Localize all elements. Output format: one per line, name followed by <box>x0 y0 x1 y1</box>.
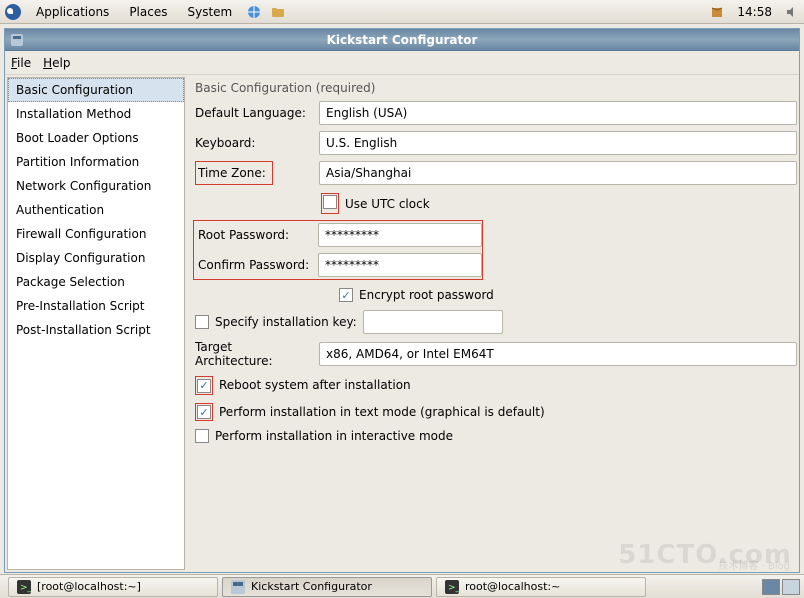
form-area: Basic Configuration (required) Default L… <box>189 77 797 570</box>
label-reboot: Reboot system after installation <box>219 378 411 392</box>
keyboard-combo[interactable] <box>319 131 797 155</box>
reboot-checkbox[interactable] <box>197 379 211 393</box>
label-interactive: Perform installation in interactive mode <box>215 429 453 443</box>
root-password-field[interactable] <box>318 223 482 247</box>
label-text-mode: Perform installation in text mode (graph… <box>219 405 545 419</box>
section-title: Basic Configuration (required) <box>191 79 797 101</box>
label-confirm-password: Confirm Password: <box>194 258 312 272</box>
menu-help[interactable]: Help <box>43 56 70 70</box>
sidebar-item-firewall-configuration[interactable]: Firewall Configuration <box>8 222 184 246</box>
sidebar-item-basic-configuration[interactable]: Basic Configuration <box>8 78 184 102</box>
sidebar-item-post-installation-script[interactable]: Post-Installation Script <box>8 318 184 342</box>
label-use-utc: Use UTC clock <box>345 197 430 211</box>
highlight-text-mode <box>195 403 213 422</box>
installation-key-field[interactable] <box>363 310 503 334</box>
interactive-checkbox[interactable] <box>195 429 209 443</box>
sidebar-item-display-configuration[interactable]: Display Configuration <box>8 246 184 270</box>
label-root-password: Root Password: <box>194 228 312 242</box>
terminal-icon: >_ <box>17 580 31 594</box>
taskbar-label-1: [root@localhost:~] <box>37 580 141 593</box>
default-language-combo[interactable] <box>319 101 797 125</box>
encrypt-password-checkbox[interactable] <box>339 288 353 302</box>
target-architecture-combo[interactable] <box>319 342 797 366</box>
label-default-language: Default Language: <box>191 106 313 120</box>
menu-system[interactable]: System <box>181 3 238 21</box>
workspace-1[interactable] <box>762 579 780 595</box>
app-icon <box>9 32 25 48</box>
specify-key-checkbox[interactable] <box>195 315 209 329</box>
volume-icon[interactable] <box>784 4 800 20</box>
text-mode-checkbox[interactable] <box>197 405 211 419</box>
taskbar-item-terminal-2[interactable]: >_ root@localhost:~ <box>436 577 646 597</box>
top-panel: Applications Places System 14:58 <box>0 0 804 24</box>
sidebar-item-installation-method[interactable]: Installation Method <box>8 102 184 126</box>
taskbar-label-2: Kickstart Configurator <box>251 580 372 593</box>
label-time-zone: Time Zone: <box>191 161 313 185</box>
titlebar[interactable]: Kickstart Configurator <box>5 29 799 51</box>
folder-icon[interactable] <box>270 4 286 20</box>
taskbar-item-kickstart[interactable]: Kickstart Configurator <box>222 577 432 597</box>
clock[interactable]: 14:58 <box>733 5 776 19</box>
sidebar-item-authentication[interactable]: Authentication <box>8 198 184 222</box>
fedora-icon <box>4 3 22 21</box>
highlight-reboot <box>195 376 213 395</box>
highlight-utc <box>321 193 339 214</box>
time-zone-combo[interactable] <box>319 161 797 185</box>
app-icon-small <box>231 580 245 594</box>
window-body: Basic Configuration Installation Method … <box>5 75 799 572</box>
package-icon[interactable] <box>709 4 725 20</box>
sidebar-item-partition-information[interactable]: Partition Information <box>8 150 184 174</box>
workspace-2[interactable] <box>782 579 800 595</box>
application-window: Kickstart Configurator File Help Basic C… <box>4 28 800 573</box>
use-utc-checkbox[interactable] <box>323 195 337 209</box>
svg-text:>_: >_ <box>20 583 31 593</box>
label-specify-key: Specify installation key: <box>215 315 357 329</box>
taskbar-label-3: root@localhost:~ <box>465 580 560 593</box>
sidebar-item-pre-installation-script[interactable]: Pre-Installation Script <box>8 294 184 318</box>
menu-applications[interactable]: Applications <box>30 3 115 21</box>
sidebar-item-network-configuration[interactable]: Network Configuration <box>8 174 184 198</box>
confirm-password-field[interactable] <box>318 253 482 277</box>
workspace-switcher[interactable] <box>762 579 800 595</box>
window-title: Kickstart Configurator <box>327 33 478 47</box>
menubar: File Help <box>5 51 799 75</box>
sidebar-item-boot-loader-options[interactable]: Boot Loader Options <box>8 126 184 150</box>
globe-icon[interactable] <box>246 4 262 20</box>
terminal-icon: >_ <box>445 580 459 594</box>
taskbar-item-terminal-1[interactable]: >_ [root@localhost:~] <box>8 577 218 597</box>
menu-file[interactable]: File <box>11 56 31 70</box>
label-target-architecture: Target Architecture: <box>191 340 313 368</box>
label-keyboard: Keyboard: <box>191 136 313 150</box>
sidebar: Basic Configuration Installation Method … <box>7 77 185 570</box>
bottom-panel: >_ [root@localhost:~] Kickstart Configur… <box>0 574 804 598</box>
menu-places[interactable]: Places <box>123 3 173 21</box>
svg-text:>_: >_ <box>448 583 459 593</box>
label-encrypt-password: Encrypt root password <box>359 288 494 302</box>
sidebar-item-package-selection[interactable]: Package Selection <box>8 270 184 294</box>
